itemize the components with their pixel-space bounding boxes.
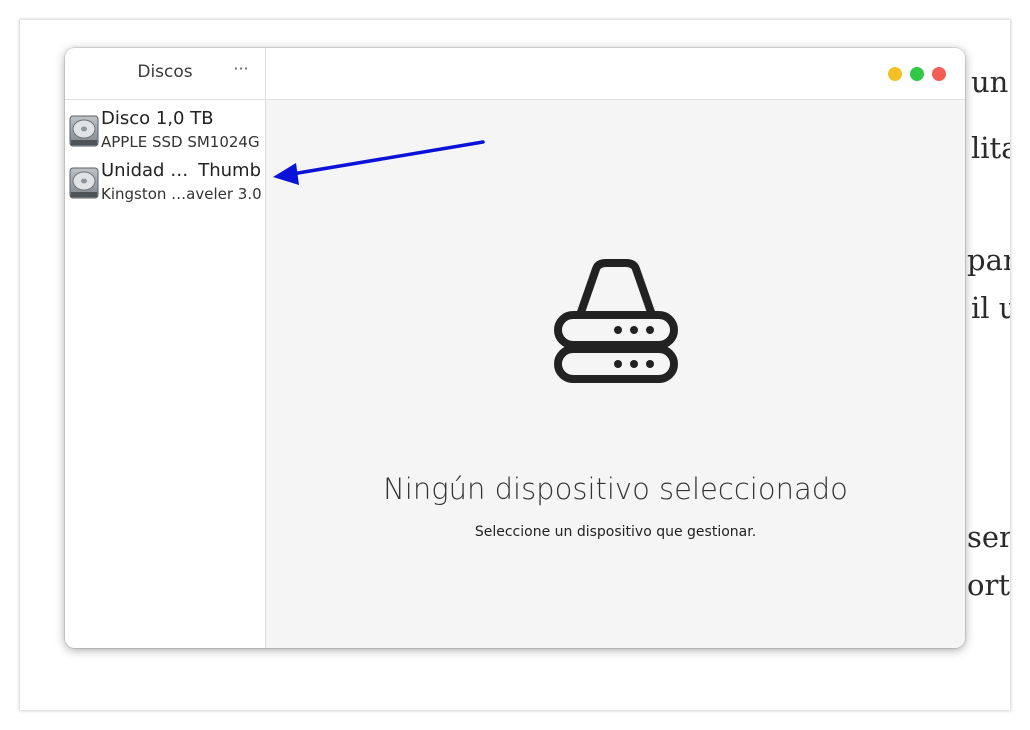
sidebar: Discos ··· Disco 1,0 TB APPLE SSD SM1024… xyxy=(65,48,266,648)
sidebar-header: Discos ··· xyxy=(65,48,265,100)
hard-disk-icon xyxy=(69,115,99,147)
maximize-button[interactable] xyxy=(910,67,924,81)
disk-subtitle: Kingston …aveler 3.0 xyxy=(101,185,262,203)
disk-list-item[interactable]: Unidad … Thumb Kingston …aveler 3.0 xyxy=(65,156,265,206)
background-text-fragment: un xyxy=(971,65,1009,99)
hard-disk-icon xyxy=(69,167,99,199)
empty-state-subtitle: Seleccione un dispositivo que gestionar. xyxy=(474,524,757,540)
background-text-fragment: ser l xyxy=(967,520,1010,554)
disk-title-name: Unidad … xyxy=(101,160,189,181)
minimize-button[interactable] xyxy=(888,67,902,81)
disk-title-model: Thumb xyxy=(198,160,261,181)
disk-subtitle: APPLE SSD SM1024G xyxy=(101,133,260,151)
sidebar-title: Discos xyxy=(137,62,193,82)
headerbar xyxy=(266,48,965,100)
storage-drive-icon xyxy=(554,259,678,383)
disk-title: Disco 1,0 TB xyxy=(101,108,214,129)
ellipsis-icon[interactable]: ··· xyxy=(231,58,251,80)
background-text-fragment: par xyxy=(967,243,1010,277)
disk-title: Unidad … Thumb xyxy=(101,160,263,181)
background-text-fragment: il u xyxy=(971,291,1010,325)
disks-app-window: Discos ··· Disco 1,0 TB APPLE SSD SM1024… xyxy=(65,48,965,648)
main-content: Ningún dispositivo seleccionado Seleccio… xyxy=(266,100,965,648)
disk-list-item[interactable]: Disco 1,0 TB APPLE SSD SM1024G xyxy=(65,104,265,154)
empty-state-title: Ningún dispositivo seleccionado xyxy=(383,472,848,506)
close-button[interactable] xyxy=(932,67,946,81)
background-text-fragment: lita xyxy=(971,131,1010,165)
background-text-fragment: orta xyxy=(967,568,1010,602)
